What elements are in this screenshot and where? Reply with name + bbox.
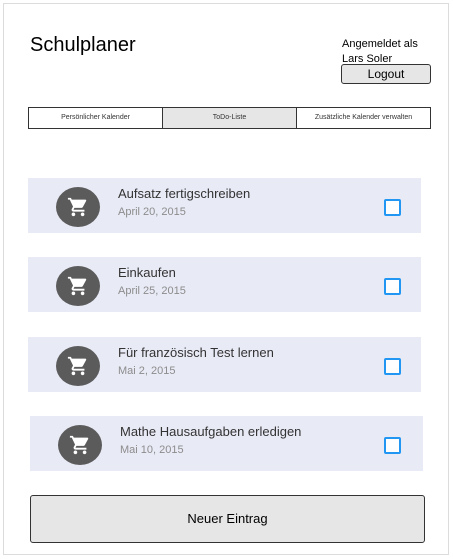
logout-button[interactable]: Logout <box>341 64 431 84</box>
todo-title: Mathe Hausaufgaben erledigen <box>120 424 302 439</box>
cart-icon <box>56 346 100 386</box>
todo-checkbox[interactable] <box>384 358 401 375</box>
todo-item[interactable]: Mathe Hausaufgaben erledigen Mai 10, 201… <box>30 416 423 471</box>
todo-date: April 25, 2015 <box>118 285 186 297</box>
cart-icon <box>58 425 102 465</box>
cart-icon <box>56 187 100 227</box>
new-entry-button[interactable]: Neuer Eintrag <box>30 495 425 543</box>
todo-title: Für französisch Test lernen <box>118 345 274 360</box>
logged-in-info: Angemeldet als Lars Soler <box>342 37 442 67</box>
todo-checkbox[interactable] <box>384 278 401 295</box>
tab-todo-list[interactable]: ToDo-Liste <box>162 108 296 128</box>
todo-checkbox[interactable] <box>384 437 401 454</box>
todo-title: Einkaufen <box>118 265 176 280</box>
todo-checkbox[interactable] <box>384 199 401 216</box>
logged-in-label: Angemeldet als <box>342 38 418 50</box>
todo-date: Mai 10, 2015 <box>120 444 184 456</box>
tab-bar: Persönlicher Kalender ToDo-Liste Zusätzl… <box>28 107 431 129</box>
todo-item[interactable]: Für französisch Test lernen Mai 2, 2015 <box>28 337 421 392</box>
todo-date: April 20, 2015 <box>118 206 186 218</box>
todo-date: Mai 2, 2015 <box>118 365 176 377</box>
todo-title: Aufsatz fertigschreiben <box>118 186 251 201</box>
todo-item[interactable]: Einkaufen April 25, 2015 <box>28 257 421 312</box>
todo-item[interactable]: Aufsatz fertigschreiben April 20, 2015 <box>28 178 421 233</box>
cart-icon <box>56 266 100 306</box>
tab-manage-calendars[interactable]: Zusätzliche Kalender verwalten <box>296 108 430 128</box>
tab-personal-calendar[interactable]: Persönlicher Kalender <box>29 108 162 128</box>
app-title: Schulplaner <box>30 34 136 56</box>
